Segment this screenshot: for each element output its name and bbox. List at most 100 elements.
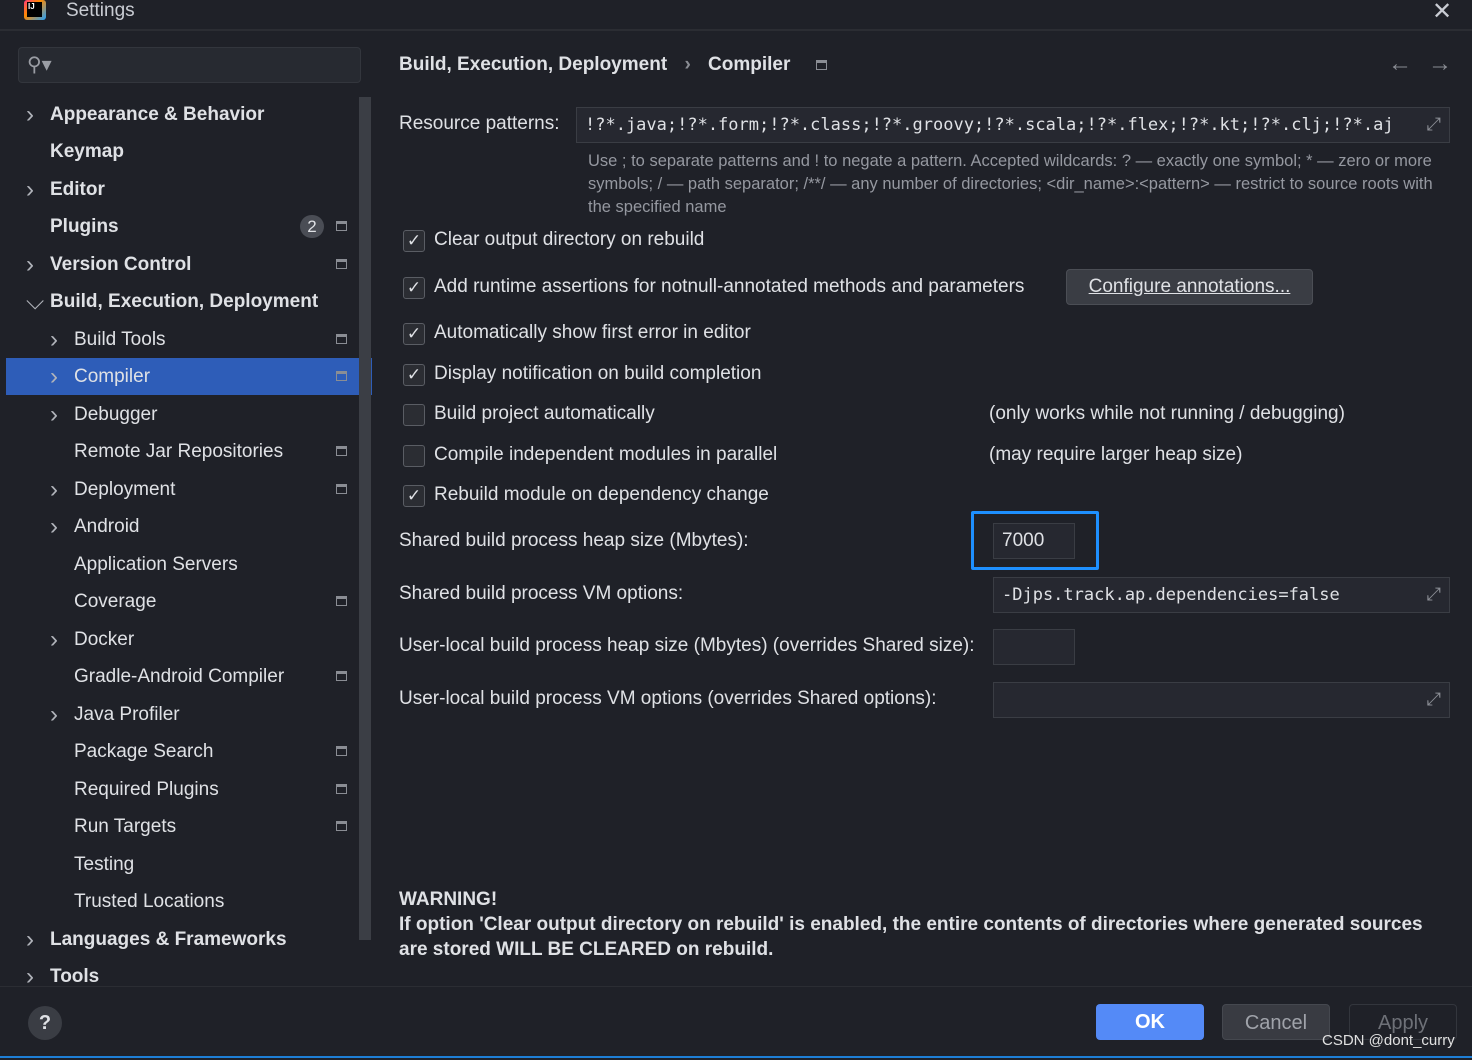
tree-item[interactable]: › Editor [6,171,372,208]
tree-item-label: Debugger [74,404,158,425]
checkbox[interactable]: ✓ [403,485,425,507]
project-level-icon [336,746,347,756]
user-heap-input[interactable] [993,629,1075,665]
search-input[interactable]: ⚲▾ [18,47,361,83]
tree-item[interactable]: Remote Jar Repositories [6,433,372,470]
project-level-icon [336,596,347,606]
tree-item-label: Keymap [50,141,124,162]
vm-options-value: -Djps.track.ap.dependencies=false [1002,585,1340,605]
breadcrumb: Build, Execution, Deployment › Compiler [399,54,839,76]
tree-item[interactable]: Plugins 2 [6,208,372,245]
close-icon[interactable]: ✕ [1432,0,1452,26]
checkbox-label[interactable]: Clear output directory on rebuild [434,229,704,251]
tree-item[interactable]: › Docker [6,621,372,658]
tree-item[interactable]: Application Servers [6,546,372,583]
option-note: (may require larger heap size) [989,444,1243,465]
chevron-right-icon[interactable]: › [50,621,58,658]
tree-item[interactable]: › Version Control [6,246,372,283]
checkbox-label[interactable]: Display notification on build completion [434,363,761,385]
chevron-right-icon[interactable]: › [50,396,58,433]
checkbox-label[interactable]: Build project automatically [434,403,655,425]
help-button[interactable]: ? [28,1006,62,1040]
tree-item-label: Remote Jar Repositories [74,441,284,462]
user-vm-input[interactable]: ⤢ [993,682,1450,718]
watermark: CSDN @dont_curry [1322,1032,1455,1049]
checkbox[interactable]: ✓ [403,364,425,386]
tree-item-label: Appearance & Behavior [50,104,265,125]
tree-item-label: Editor [50,179,105,200]
tree-item[interactable]: › Appearance & Behavior [6,96,372,133]
resource-patterns-label: Resource patterns: [399,113,560,134]
checkbox-label[interactable]: Rebuild module on dependency change [434,484,769,506]
chevron-right-icon[interactable]: › [26,246,34,283]
checkbox[interactable]: ✓ [403,277,425,299]
tree-item[interactable]: › Build Tools [6,321,372,358]
back-arrow-icon[interactable]: ← [1388,50,1428,77]
forward-arrow-icon[interactable]: → [1428,50,1468,77]
project-level-icon [336,371,347,381]
chevron-right-icon[interactable]: › [26,96,34,133]
breadcrumb-parent[interactable]: Build, Execution, Deployment [399,54,667,75]
project-level-icon [336,671,347,681]
tree-item-label: Plugins [50,216,119,237]
tree-item[interactable]: Coverage [6,583,372,620]
tree-item[interactable]: Keymap [6,133,372,170]
chevron-right-icon[interactable]: › [50,471,58,508]
tree-item[interactable]: › Debugger [6,396,372,433]
chevron-right-icon[interactable]: › [26,921,34,958]
checkbox-label[interactable]: Add runtime assertions for notnull-annot… [434,276,1024,298]
tree-item[interactable]: Run Targets [6,808,372,845]
search-icon: ⚲▾ [27,54,52,76]
checkbox[interactable]: ✓ [403,230,425,252]
tree-item[interactable]: Testing [6,846,372,883]
chevron-right-icon[interactable]: › [50,321,58,358]
tree-item-label: Languages & Frameworks [50,929,287,950]
tree-item-label: Run Targets [74,816,177,837]
tree-item[interactable]: › Deployment [6,471,372,508]
checkbox[interactable]: ✓ [403,323,425,345]
tree-item[interactable]: ⌵ Build, Execution, Deployment [6,283,372,320]
expand-icon[interactable]: ⤢ [1427,683,1441,717]
tree-item-label: Deployment [74,479,176,500]
heap-size-input[interactable]: 7000 [993,523,1075,559]
project-level-icon [336,334,347,344]
tree-item[interactable]: › Languages & Frameworks [6,921,372,958]
intellij-logo-icon: IJ [24,0,46,20]
configure-annotations-button[interactable]: Configure annotations... [1066,269,1313,305]
ok-button[interactable]: OK [1096,1004,1204,1040]
breadcrumb-separator: › [684,54,691,75]
expand-icon[interactable]: ⤢ [1427,108,1441,142]
tree-item-label: Coverage [74,591,157,612]
checkbox-label[interactable]: Automatically show first error in editor [434,322,751,344]
chevron-right-icon[interactable]: › [50,358,58,395]
title-bar [0,0,1472,31]
tree-item[interactable]: Package Search [6,733,372,770]
checkbox-label[interactable]: Compile independent modules in parallel [434,444,777,466]
tree-item[interactable]: Required Plugins [6,771,372,808]
chevron-right-icon[interactable]: › [50,696,58,733]
tree-item[interactable]: Gradle-Android Compiler [6,658,372,695]
project-level-icon [336,821,347,831]
resource-patterns-input[interactable]: !?*.java;!?*.form;!?*.class;!?*.groovy;!… [576,107,1450,143]
tree-scrollbar[interactable] [359,97,371,940]
vm-options-input[interactable]: -Djps.track.ap.dependencies=false ⤢ [993,577,1450,613]
tree-item[interactable]: › Compiler [6,358,372,395]
chevron-right-icon[interactable]: › [26,171,34,208]
tree-item-label: Testing [74,854,135,875]
chevron-right-icon[interactable]: › [50,508,58,545]
checkbox[interactable] [403,404,425,426]
tree-item[interactable]: › Android [6,508,372,545]
resource-patterns-hint: Use ; to separate patterns and ! to nega… [588,152,1433,216]
checkbox[interactable] [403,445,425,467]
vm-options-label: Shared build process VM options: [399,583,684,604]
tree-item[interactable]: Trusted Locations [6,883,372,920]
tree-item[interactable]: › Java Profiler [6,696,372,733]
expand-icon[interactable]: ⤢ [1427,578,1441,612]
user-vm-label: User-local build process VM options (ove… [399,688,937,709]
tree-item-label: Application Servers [74,554,238,575]
chevron-down-icon[interactable]: ⌵ [26,283,44,320]
heap-size-label: Shared build process heap size (Mbytes): [399,530,749,551]
tree-item-label: Version Control [50,254,192,275]
cancel-button[interactable]: Cancel [1222,1004,1330,1040]
tree-item-label: Docker [74,629,135,650]
